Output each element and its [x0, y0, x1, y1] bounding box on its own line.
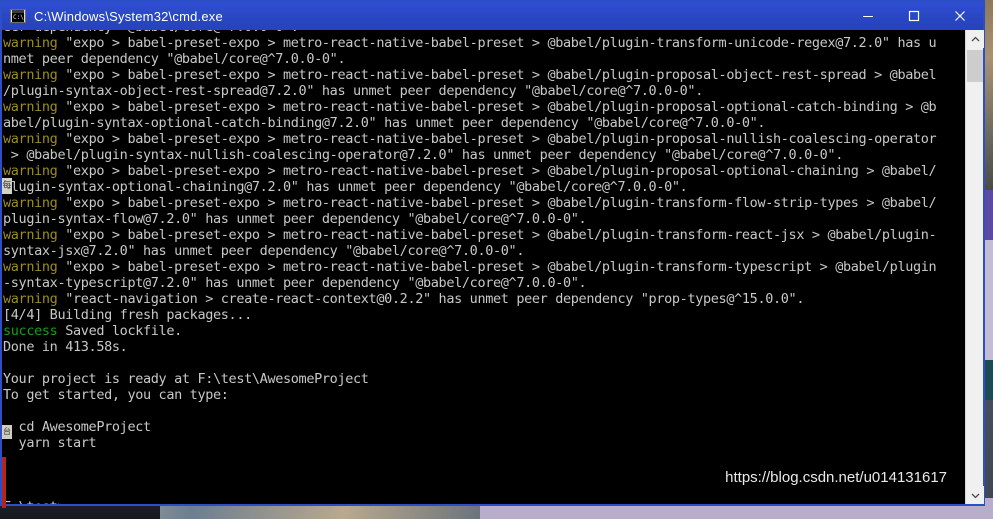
edge-overlay-icon-2: 台 — [2, 425, 12, 439]
console-line: To get started, you can type: — [3, 387, 229, 403]
console-line-text: "expo > babel-preset-expo > metro-react-… — [57, 67, 937, 83]
window-controls — [845, 2, 983, 30]
console-line-text: "expo > babel-preset-expo > metro-react-… — [57, 227, 937, 243]
console-line: warning "expo > babel-preset-expo > metr… — [3, 131, 965, 147]
console-line: success Saved lockfile. — [3, 323, 965, 339]
console-line-text: "react-navigation > create-react-context… — [57, 291, 805, 307]
console-line: warning "expo > babel-preset-expo > metr… — [3, 35, 965, 51]
console-line-text: "expo > babel-preset-expo > metro-react-… — [57, 163, 937, 179]
title-bar[interactable]: C:\Windows\System32\cmd.exe — [2, 2, 983, 30]
console-line-text: "expo > babel-preset-expo > metro-react-… — [57, 131, 937, 147]
console-output-area[interactable]: eer dependency "@babel/core@^7.0.0-0".wa… — [2, 30, 965, 504]
cmd-icon — [10, 9, 26, 23]
edge-overlay-icon: 每 — [2, 178, 12, 194]
window-edge-accent — [2, 457, 6, 508]
console-line: /plugin-syntax-object-rest-spread@7.2.0"… — [3, 83, 703, 99]
warning-label: warning — [3, 67, 58, 83]
console-line: cd AwesomeProject — [3, 419, 152, 435]
console-line: warning "expo > babel-preset-expo > metr… — [3, 163, 965, 179]
warning-label: warning — [3, 131, 58, 147]
console-line: warning "expo > babel-preset-expo > metr… — [3, 259, 965, 275]
warning-label: warning — [3, 35, 58, 51]
warning-label: warning — [3, 163, 58, 179]
console-line: warning "react-navigation > create-react… — [3, 291, 965, 307]
console-line: > @babel/plugin-syntax-nullish-coalescin… — [3, 147, 844, 163]
cmd-window: C:\Windows\System32\cmd.exe eer dependen… — [0, 0, 985, 508]
console-line-text: "expo > babel-preset-expo > metro-react-… — [57, 99, 937, 115]
success-label: success — [3, 323, 58, 339]
watermark-text: https://blog.csdn.net/u014131617 — [725, 469, 947, 486]
console-line: syntax-jsx@7.2.0" has unmet peer depende… — [3, 243, 525, 259]
warning-label: warning — [3, 227, 58, 243]
maximize-button[interactable] — [891, 2, 937, 30]
console-line: -syntax-typescript@7.2.0" has unmet peer… — [3, 275, 587, 291]
console-line: [4/4] Building fresh packages... — [3, 307, 252, 323]
warning-label: warning — [3, 291, 58, 307]
console-line: plugin-syntax-flow@7.2.0" has unmet peer… — [3, 211, 587, 227]
console-line: nmet peer dependency "@babel/core@^7.0.0… — [3, 51, 346, 67]
console-line-text: "expo > babel-preset-expo > metro-react-… — [57, 195, 937, 211]
warning-label: warning — [3, 99, 58, 115]
scrollbar-thumb[interactable] — [967, 50, 983, 82]
console-line: warning "expo > babel-preset-expo > metr… — [3, 99, 965, 115]
window-title: C:\Windows\System32\cmd.exe — [34, 8, 223, 24]
console-line: F:\test> — [3, 499, 965, 504]
console-line: abel/plugin-syntax-optional-catch-bindin… — [3, 115, 766, 131]
warning-label: warning — [3, 259, 58, 275]
console-line: warning "expo > babel-preset-expo > metr… — [3, 227, 965, 243]
scroll-down-arrow[interactable] — [966, 486, 984, 504]
minimize-button[interactable] — [845, 2, 891, 30]
console-line-text: "expo > babel-preset-expo > metro-react-… — [57, 259, 937, 275]
console-line: Done in 413.58s. — [3, 339, 128, 355]
console-line: warning "expo > babel-preset-expo > metr… — [3, 195, 965, 211]
console-lines: eer dependency "@babel/core@^7.0.0-0".wa… — [3, 30, 965, 504]
console-line-text: "expo > babel-preset-expo > metro-react-… — [57, 35, 937, 51]
console-line: yarn start — [3, 435, 97, 451]
warning-label: warning — [3, 195, 58, 211]
close-button[interactable] — [937, 2, 983, 30]
scroll-up-arrow[interactable] — [966, 30, 984, 48]
console-line-text: Saved lockfile. — [57, 323, 182, 339]
console-line: Your project is ready at F:\test\Awesome… — [3, 371, 369, 387]
console-line: warning "expo > babel-preset-expo > metr… — [3, 67, 965, 83]
console-scrollbar[interactable] — [965, 30, 984, 504]
console-line: plugin-syntax-optional-chaining@7.2.0" h… — [3, 179, 688, 195]
